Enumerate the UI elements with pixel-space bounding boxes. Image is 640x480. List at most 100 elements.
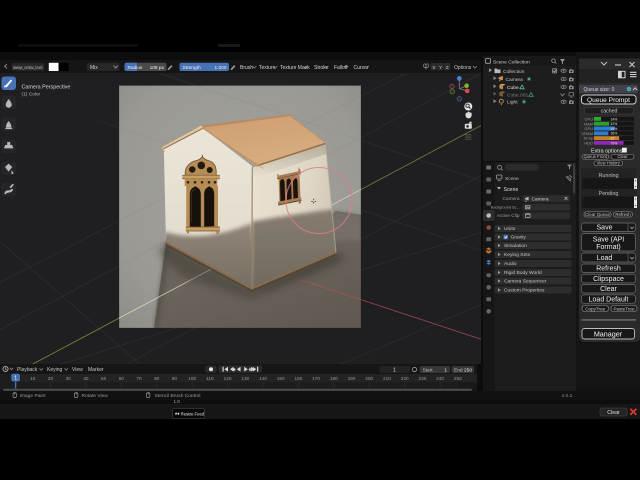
svg-text:View: View bbox=[72, 367, 83, 373]
svg-text:14%: 14% bbox=[610, 117, 617, 121]
svg-text:Format): Format) bbox=[596, 244, 621, 251]
svg-text:10: 10 bbox=[30, 376, 36, 381]
svg-text:(1) Color: (1) Color bbox=[22, 91, 41, 97]
svg-text:Refresh: Refresh bbox=[615, 211, 631, 216]
svg-text:Light: Light bbox=[507, 100, 518, 106]
svg-text:40: 40 bbox=[83, 376, 89, 381]
svg-text:Scene: Scene bbox=[504, 187, 519, 193]
svg-text:110: 110 bbox=[206, 376, 214, 381]
svg-text:Save: Save bbox=[596, 224, 612, 231]
svg-text:1.000: 1.000 bbox=[214, 65, 226, 71]
svg-text:Start: Start bbox=[423, 367, 434, 373]
svg-text:70: 70 bbox=[136, 376, 142, 381]
svg-text:Marker: Marker bbox=[88, 367, 104, 373]
svg-text:Camera: Camera bbox=[532, 196, 549, 202]
svg-text:Load: Load bbox=[596, 255, 612, 262]
svg-text:230: 230 bbox=[418, 376, 426, 381]
svg-text:250: 250 bbox=[454, 376, 462, 381]
svg-text:Texture: Texture bbox=[259, 65, 276, 71]
svg-text:240: 240 bbox=[436, 376, 444, 381]
svg-text:Manager: Manager bbox=[593, 329, 622, 338]
svg-text:Scene: Scene bbox=[505, 175, 519, 181]
svg-text:Gravity: Gravity bbox=[511, 234, 527, 240]
svg-text:170: 170 bbox=[312, 376, 320, 381]
svg-text:Queue Front: Queue Front bbox=[583, 154, 607, 159]
svg-text:50: 50 bbox=[101, 376, 107, 381]
svg-text:Brush: Brush bbox=[240, 65, 253, 71]
svg-text:62°: 62° bbox=[610, 136, 616, 140]
svg-text:42%: 42% bbox=[610, 122, 617, 126]
svg-text:100: 100 bbox=[188, 376, 196, 381]
svg-text:90: 90 bbox=[172, 376, 178, 381]
svg-text:Queue size: 0: Queue size: 0 bbox=[583, 87, 614, 93]
svg-text:Image Paint: Image Paint bbox=[20, 393, 47, 399]
svg-text:Active Clip: Active Clip bbox=[497, 213, 520, 219]
svg-text:CopyTree: CopyTree bbox=[585, 306, 605, 311]
svg-text:30: 30 bbox=[66, 376, 72, 381]
svg-text:Camera: Camera bbox=[502, 196, 519, 202]
svg-text:Cube.001: Cube.001 bbox=[507, 92, 528, 98]
svg-text:200: 200 bbox=[365, 376, 373, 381]
svg-text:190: 190 bbox=[348, 376, 356, 381]
svg-text:Scene Collection: Scene Collection bbox=[493, 60, 530, 66]
svg-text:180: 180 bbox=[330, 376, 338, 381]
svg-text:Rotate View: Rotate View bbox=[82, 393, 109, 399]
svg-text:120: 120 bbox=[224, 376, 232, 381]
svg-text:4.0.2: 4.0.2 bbox=[562, 393, 573, 399]
svg-text:210: 210 bbox=[383, 376, 391, 381]
svg-text:49%: 49% bbox=[610, 126, 617, 130]
svg-text:Queue Prompt: Queue Prompt bbox=[587, 96, 630, 103]
svg-text:Camera: Camera bbox=[506, 77, 524, 83]
svg-text:Playback: Playback bbox=[17, 367, 38, 373]
svg-text:1: 1 bbox=[444, 367, 447, 373]
svg-text:Resize Feed: Resize Feed bbox=[180, 411, 204, 416]
svg-text:Cube: Cube bbox=[507, 85, 519, 91]
svg-text:Mix: Mix bbox=[90, 65, 98, 71]
svg-text:airways_comfyui_brush: airways_comfyui_brush bbox=[13, 65, 43, 70]
svg-text:Simulation: Simulation bbox=[504, 243, 527, 249]
svg-text:Clipspace: Clipspace bbox=[593, 276, 624, 283]
svg-text:108 px: 108 px bbox=[150, 65, 165, 71]
svg-text:Running: Running bbox=[598, 172, 618, 178]
svg-text:Pending: Pending bbox=[598, 191, 618, 197]
svg-text:250: 250 bbox=[464, 367, 472, 373]
svg-text:130: 130 bbox=[241, 376, 249, 381]
svg-text:36%: 36% bbox=[610, 131, 617, 135]
svg-text:150: 150 bbox=[277, 376, 285, 381]
svg-text:Units: Units bbox=[504, 226, 516, 232]
svg-text:Save (API: Save (API bbox=[592, 236, 624, 243]
svg-text:Z: Z bbox=[446, 65, 449, 71]
svg-text:Background Sc...: Background Sc... bbox=[491, 204, 520, 209]
svg-text:Clear: Clear bbox=[600, 286, 617, 293]
svg-text:Radius: Radius bbox=[128, 65, 144, 71]
svg-text:Load Default: Load Default bbox=[588, 296, 628, 303]
svg-text:1: 1 bbox=[393, 367, 396, 373]
svg-text:Strength: Strength bbox=[183, 65, 201, 71]
svg-text:79%: 79% bbox=[610, 141, 617, 145]
svg-text:160: 160 bbox=[294, 376, 302, 381]
svg-text:View History: View History bbox=[596, 160, 620, 165]
svg-text:Camera Sequencer: Camera Sequencer bbox=[504, 278, 547, 284]
svg-text:Audio: Audio bbox=[504, 261, 517, 267]
svg-text:End: End bbox=[454, 367, 463, 373]
svg-text:Keying Sets: Keying Sets bbox=[504, 252, 531, 258]
svg-text:Clear Queue: Clear Queue bbox=[585, 211, 610, 216]
svg-text:Collection: Collection bbox=[503, 69, 525, 75]
svg-text:Options: Options bbox=[454, 65, 472, 71]
svg-text:60: 60 bbox=[119, 376, 125, 381]
svg-text:Keying: Keying bbox=[47, 367, 63, 373]
svg-text:cached: cached bbox=[600, 108, 617, 114]
svg-text:80: 80 bbox=[154, 376, 160, 381]
svg-text:Clear: Clear bbox=[607, 410, 620, 416]
svg-text:PasteTree: PasteTree bbox=[613, 306, 634, 311]
svg-text:Refresh: Refresh bbox=[596, 265, 621, 272]
svg-text:140: 140 bbox=[259, 376, 267, 381]
svg-text:Custom Properties: Custom Properties bbox=[504, 287, 545, 293]
svg-text:Clear: Clear bbox=[617, 154, 628, 159]
svg-text:HDD: HDD bbox=[584, 140, 593, 145]
svg-text:Rigid Body World: Rigid Body World bbox=[504, 270, 542, 276]
svg-text:20: 20 bbox=[48, 376, 54, 381]
svg-text:Camera Perspective: Camera Perspective bbox=[22, 84, 71, 90]
svg-text:1: 1 bbox=[14, 376, 17, 382]
svg-text:220: 220 bbox=[401, 376, 409, 381]
